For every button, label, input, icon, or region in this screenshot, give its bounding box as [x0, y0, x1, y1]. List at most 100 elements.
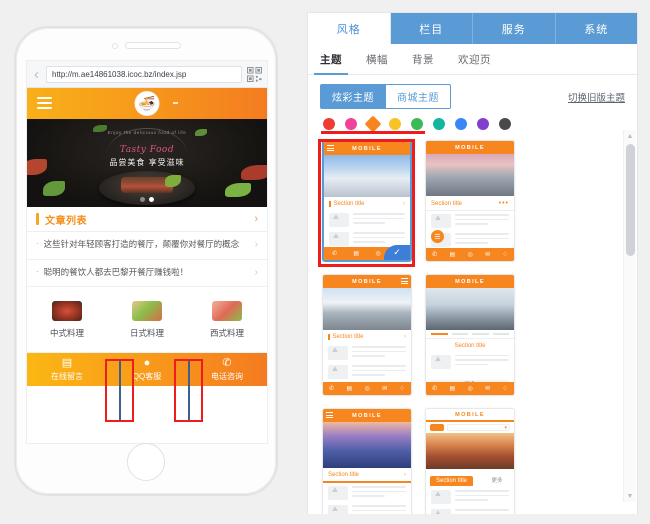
swatch-yellow[interactable]: [389, 118, 401, 130]
list-item: [431, 490, 509, 504]
placeholder-image-icon: [431, 509, 451, 514]
ellipsis-icon: •••: [498, 200, 509, 207]
banner-dot-1[interactable]: [140, 197, 145, 202]
tab-system[interactable]: 系统: [555, 13, 637, 44]
colorful-theme-button[interactable]: 炫彩主题: [320, 84, 385, 109]
section-accent-bar: [36, 213, 39, 225]
tab-background[interactable]: 背景: [412, 44, 434, 75]
template-card-4[interactable]: MOBILE Section title 更多 ✆▤◎✉♢: [425, 274, 515, 396]
swatch-dark-gray[interactable]: [499, 118, 511, 130]
food-category-japanese[interactable]: 日式料理: [107, 287, 187, 352]
mail-icon: ✉: [485, 252, 491, 258]
swatch-purple[interactable]: [477, 118, 489, 130]
template-header-label: MOBILE: [352, 412, 382, 419]
scrollbar-thumb[interactable]: [626, 144, 635, 256]
food-category-western[interactable]: 西式料理: [187, 287, 267, 352]
placeholder-image-icon: [329, 232, 349, 246]
placeholder-lines: [353, 232, 405, 246]
template-header: MOBILE: [426, 275, 514, 288]
location-icon: ◎: [467, 252, 473, 258]
url-input[interactable]: http://m.ae14861038.icoc.bz/index.jsp: [46, 65, 242, 83]
hero-banner[interactable]: Enjoy the delicious food of life Tasty F…: [27, 119, 267, 207]
main-tab-bar: 风格 栏目 服务 系统: [308, 13, 637, 44]
hamburger-menu-icon: [401, 278, 408, 286]
switch-old-theme-link[interactable]: 切换旧版主题: [568, 90, 625, 104]
phone-speaker-row: [16, 42, 276, 49]
template-header: MOBILE: [426, 141, 514, 154]
template-header-label: MOBILE: [352, 145, 382, 152]
template-header: MOBILE: [426, 409, 514, 422]
list-item[interactable]: · 这些针对年轻顾客打造的餐厅，颠覆你对餐厅的概念 ›: [27, 232, 267, 260]
template-footer-bar: ✆ ▤ ◎ ✉ ♢: [323, 382, 411, 395]
swatch-blue[interactable]: [455, 118, 467, 130]
template-header-label: MOBILE: [455, 278, 485, 285]
swatch-green[interactable]: [411, 118, 423, 130]
list-item: [328, 486, 406, 500]
template-footer-bar: ✆ ▤ ◎ ✉ ♢: [426, 382, 514, 395]
tab-style[interactable]: 风格: [308, 13, 391, 44]
template-section-title-row: Section title ›: [323, 468, 411, 483]
template-hero-image: [324, 155, 410, 197]
phone-camera-icon: [111, 42, 118, 49]
placeholder-lines: [352, 505, 406, 514]
chevron-right-icon[interactable]: ›: [254, 213, 258, 225]
accent-bar: [328, 334, 330, 340]
location-icon: ◎: [467, 386, 473, 392]
placeholder-lines: [353, 213, 405, 227]
mail-icon: ✉: [485, 386, 491, 392]
food-category-chinese[interactable]: 中式料理: [27, 287, 107, 352]
swatch-red[interactable]: [323, 118, 335, 130]
template-card-3[interactable]: MOBILE Section title › ⛰ ⛰ ✆ ▤ ◎ ✉ ♢: [322, 274, 412, 396]
placeholder-image-icon: [329, 213, 349, 227]
template-footer-bar: ✆ ▤ ◎ ✉ ♢: [426, 248, 514, 261]
article-section-header[interactable]: 文章列表 ›: [27, 207, 267, 232]
article-title: 聪明的餐饮人都去巴黎开餐厅赚钱啦！: [43, 266, 189, 277]
swatch-teal[interactable]: [433, 118, 445, 130]
template-section-title-row: Section title ›: [323, 330, 411, 343]
placeholder-lines: [352, 486, 406, 500]
bell-icon: ♢: [502, 252, 508, 258]
banner-pagination-dots[interactable]: [27, 197, 267, 202]
placeholder-lines: [455, 354, 509, 369]
template-section-title: Section title: [454, 342, 486, 349]
back-chevron-icon[interactable]: ‹: [32, 67, 41, 82]
phone-home-button[interactable]: [127, 443, 165, 481]
card-icon: ▤: [449, 252, 456, 258]
chinese-dish-icon: [52, 300, 82, 321]
more-label[interactable]: 更多: [491, 478, 502, 484]
tab-service[interactable]: 服务: [473, 13, 556, 44]
placeholder-lines: [352, 346, 406, 360]
card-icon: ▤: [449, 386, 456, 392]
tab-welcome-page[interactable]: 欢迎页: [458, 44, 491, 75]
annotation-line-right: [188, 361, 190, 420]
list-item: [431, 509, 509, 514]
tab-columns[interactable]: 栏目: [390, 13, 473, 44]
template-card-6[interactable]: MOBILE ▾ Section title 更多 ⛰ ⛰: [425, 408, 515, 514]
bullet-icon: ·: [36, 239, 39, 248]
template-header: MOBILE: [323, 275, 411, 288]
location-icon: ◎: [364, 386, 370, 392]
panel-scrollbar[interactable]: ▲ ▼: [623, 130, 636, 502]
template-hero-image: [323, 288, 411, 330]
list-item[interactable]: · 聪明的餐饮人都去巴黎开餐厅赚钱啦！ ›: [27, 260, 267, 287]
template-card-1[interactable]: MOBILE Section title › ⛰ ⛰ ✆ ▤ ◎ ✓: [322, 140, 412, 262]
tab-theme[interactable]: 主题: [314, 44, 348, 75]
chevron-down-icon[interactable]: ▼: [624, 490, 636, 502]
bell-icon: ♢: [399, 386, 405, 392]
editor-panel: 风格 栏目 服务 系统 主题 横幅 背景 欢迎页 炫彩主题 商城主题 切换旧版主…: [307, 12, 638, 514]
list-item: [329, 213, 405, 227]
search-input[interactable]: ▾: [447, 424, 510, 431]
banner-dot-2[interactable]: [149, 197, 154, 202]
template-card-2[interactable]: MOBILE Section title ••• ☰: [425, 140, 515, 262]
swatch-pink[interactable]: [345, 118, 357, 130]
hamburger-menu-icon[interactable]: [37, 97, 52, 112]
qr-code-icon[interactable]: [247, 66, 262, 82]
hamburger-menu-icon: [327, 145, 334, 153]
bottom-action-message[interactable]: ▤ 在线留言: [27, 353, 107, 386]
phone-icon: ✆: [222, 356, 232, 369]
tab-banner[interactable]: 横幅: [366, 44, 388, 75]
template-card-5[interactable]: MOBILE Section title › ✆▤◎✉♢: [322, 408, 412, 514]
mall-theme-button[interactable]: 商城主题: [385, 84, 451, 109]
bottom-action-label: 电话咨询: [211, 371, 243, 381]
chevron-up-icon[interactable]: ▲: [624, 130, 636, 142]
